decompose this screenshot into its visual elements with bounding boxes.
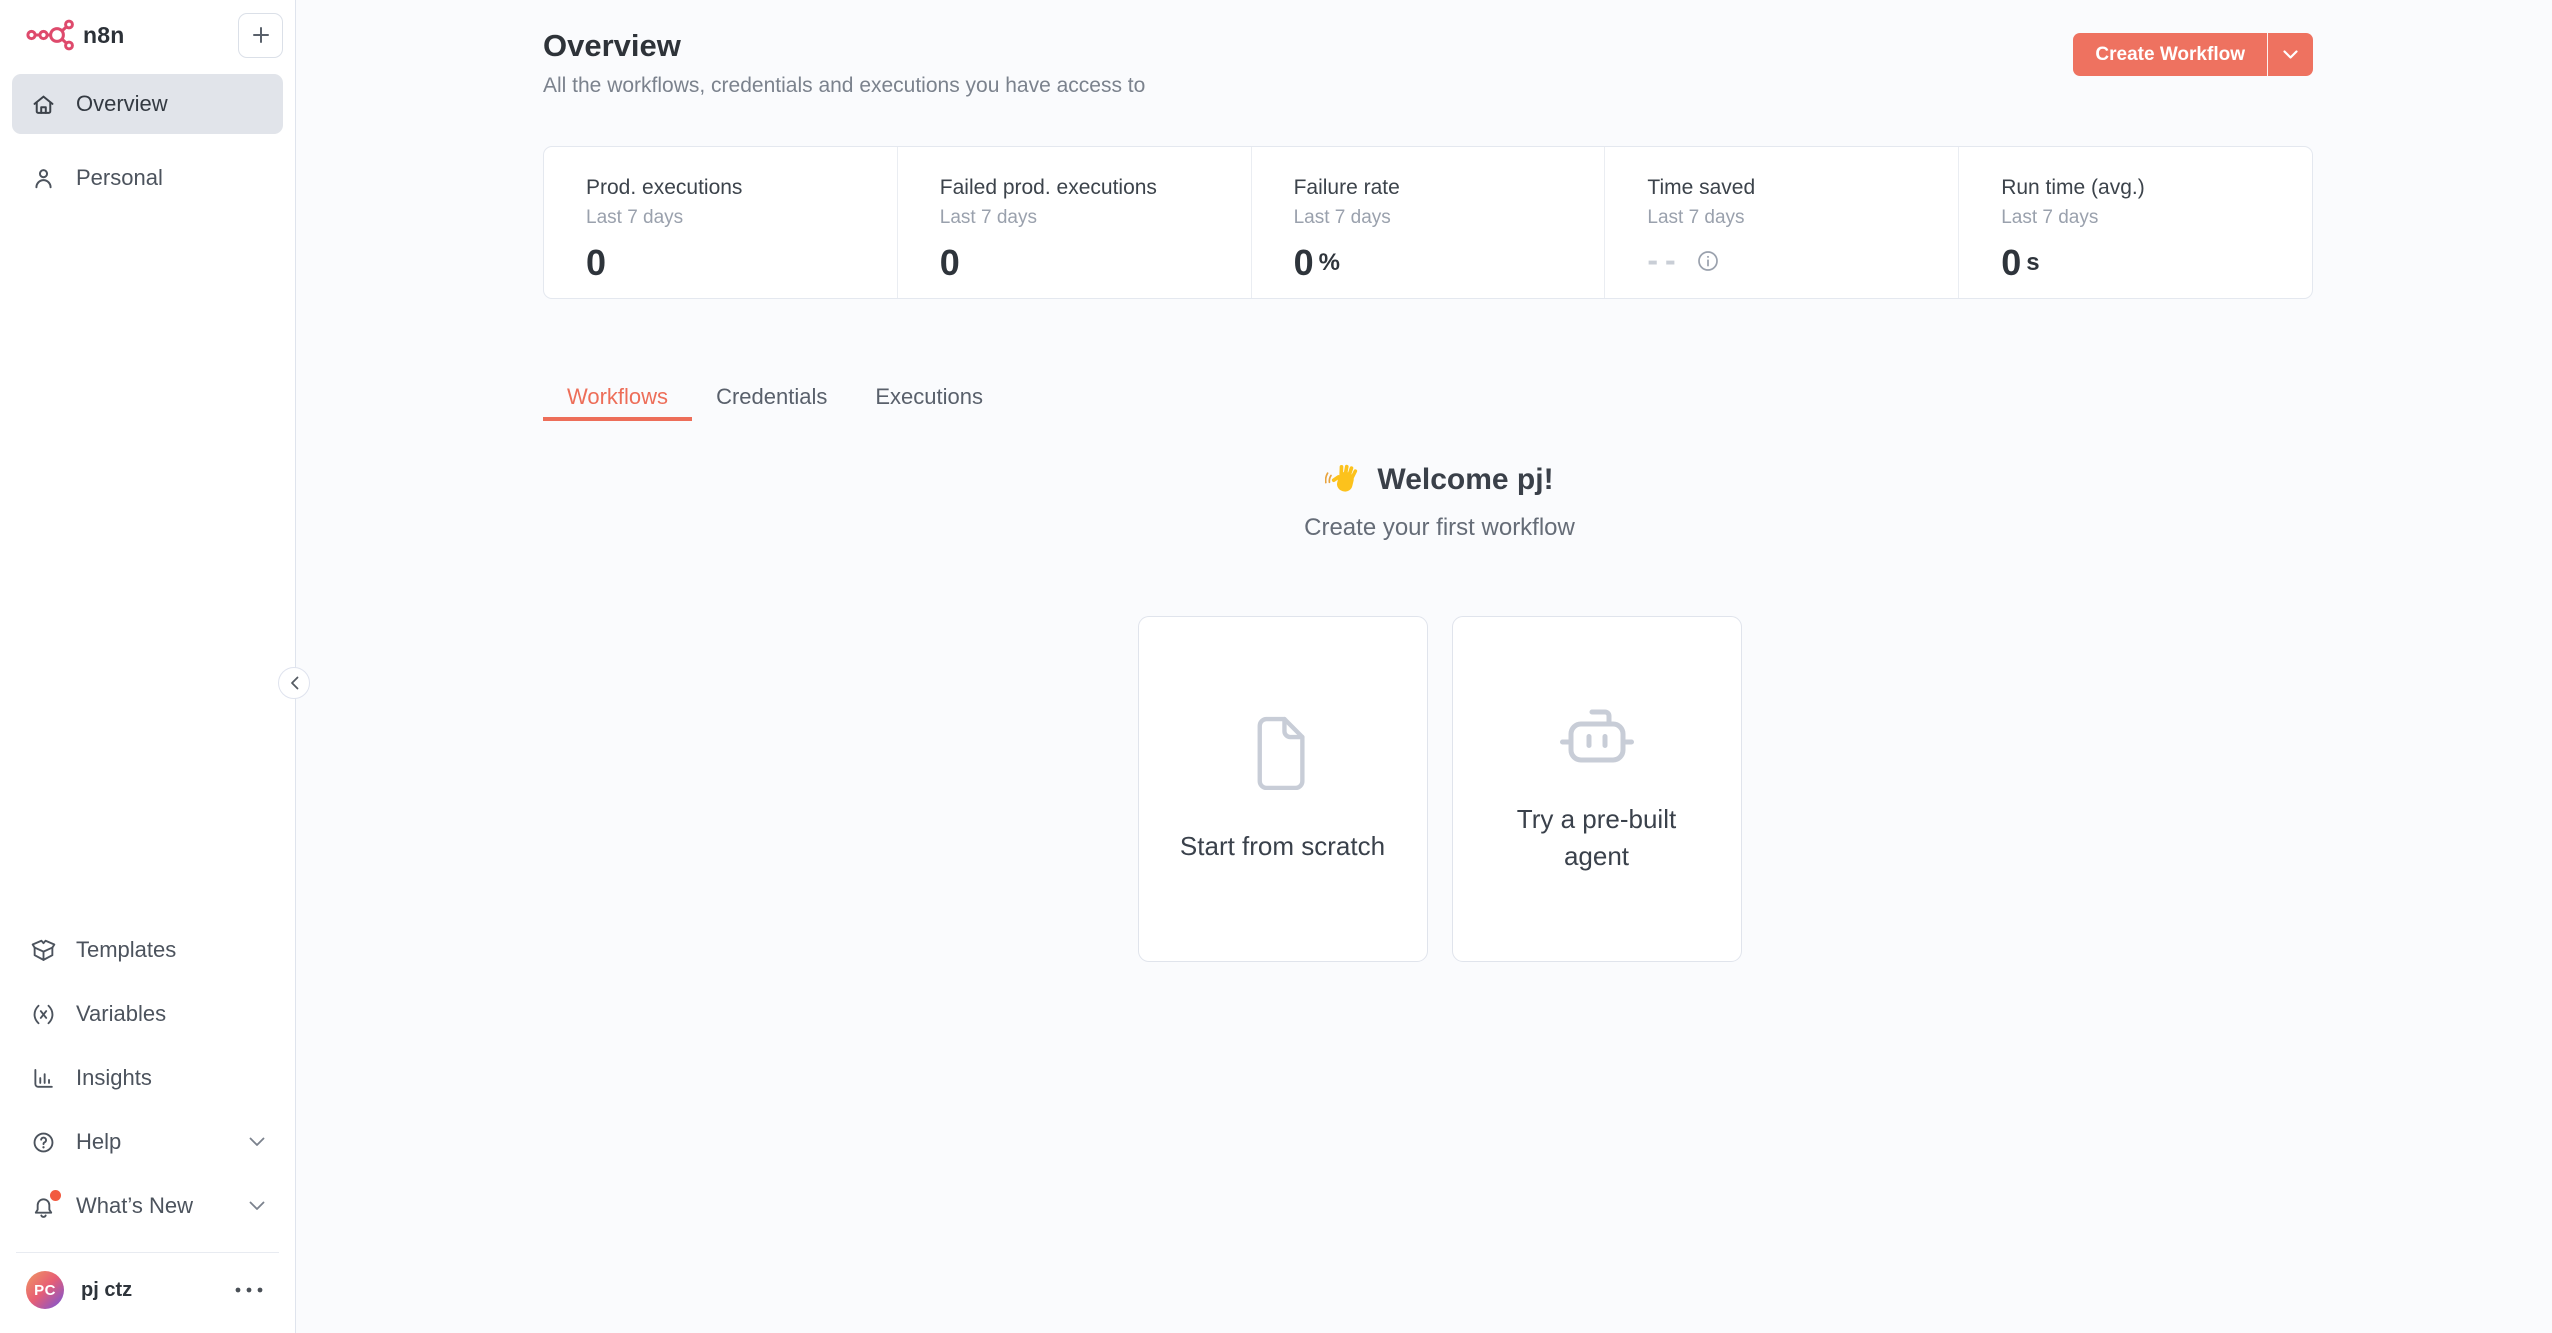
stat-card-failed-prod-executions: Failed prod. executions Last 7 days 0	[897, 147, 1251, 298]
avatar: PC	[26, 1271, 64, 1309]
bar-chart-icon	[30, 1066, 56, 1091]
sidebar-item-label: Variables	[76, 1001, 166, 1027]
sidebar-item-label: What’s New	[76, 1193, 193, 1219]
variables-icon	[30, 1002, 56, 1027]
sidebar-bottom-menu: Templates Variables Insights	[12, 918, 283, 1238]
sidebar-item-label: Templates	[76, 937, 176, 963]
welcome-text: Welcome pj!	[1377, 463, 1553, 497]
create-workflow-dropdown-button[interactable]	[2267, 33, 2313, 76]
stat-period: Last 7 days	[586, 207, 897, 229]
starter-cards: Start from scratch Try a pre-built agent	[327, 616, 2552, 962]
add-button[interactable]	[238, 13, 283, 58]
sidebar-item-label: Insights	[76, 1065, 152, 1091]
stat-value: --	[1647, 242, 1682, 279]
sidebar-collapse-button[interactable]	[278, 667, 310, 699]
card-label: Start from scratch	[1180, 828, 1385, 865]
sidebar-item-label: Overview	[76, 91, 168, 117]
sidebar-item-label: Help	[76, 1129, 121, 1155]
help-icon	[30, 1130, 56, 1155]
tab-bar: Workflows Credentials Executions	[543, 377, 1007, 421]
sidebar-spacer	[12, 208, 283, 918]
file-icon	[1252, 714, 1314, 792]
page-subtitle: All the workflows, credentials and execu…	[543, 74, 1145, 98]
stat-card-prod-executions: Prod. executions Last 7 days 0	[544, 147, 897, 298]
card-label: Try a pre-built agent	[1492, 801, 1702, 875]
stat-period: Last 7 days	[2001, 207, 2312, 229]
tab-workflows[interactable]: Workflows	[543, 377, 692, 421]
stat-card-run-time: Run time (avg.) Last 7 days 0 s	[1958, 147, 2312, 298]
sidebar-item-templates[interactable]: Templates	[12, 918, 283, 982]
stat-unit: %	[1319, 249, 1340, 277]
create-workflow-split-button: Create Workflow	[2073, 33, 2313, 76]
chevron-left-icon	[290, 676, 299, 690]
chevron-down-icon	[2283, 50, 2298, 59]
sidebar-item-personal[interactable]: Personal	[12, 148, 283, 208]
stat-value: 0	[1294, 242, 1314, 284]
sidebar-item-variables[interactable]: Variables	[12, 982, 283, 1046]
empty-state: Welcome pj! Create your first workflow S…	[297, 430, 2552, 962]
info-icon[interactable]	[1697, 250, 1719, 272]
n8n-logo-icon	[26, 18, 74, 52]
user-row[interactable]: PC pj ctz	[12, 1253, 283, 1333]
stat-card-failure-rate: Failure rate Last 7 days 0 %	[1251, 147, 1605, 298]
sidebar-item-overview[interactable]: Overview	[12, 74, 283, 134]
sidebar-item-whats-new[interactable]: What’s New	[12, 1174, 283, 1238]
stat-period: Last 7 days	[1294, 207, 1605, 229]
stat-period: Last 7 days	[1647, 207, 1958, 229]
user-icon	[30, 166, 56, 191]
stat-value: 0	[940, 242, 960, 284]
robot-icon	[1558, 703, 1636, 765]
plus-icon	[251, 25, 271, 45]
user-menu-button[interactable]	[229, 1281, 269, 1299]
welcome-heading: Welcome pj!	[327, 462, 2552, 498]
stat-value: 0	[586, 242, 606, 284]
stats-bar: Prod. executions Last 7 days 0 Failed pr…	[543, 146, 2313, 299]
tab-credentials[interactable]: Credentials	[692, 377, 851, 421]
sidebar-item-help[interactable]: Help	[12, 1110, 283, 1174]
stat-card-time-saved: Time saved Last 7 days --	[1604, 147, 1958, 298]
bell-icon	[30, 1194, 56, 1219]
user-name: pj ctz	[81, 1279, 132, 1302]
sidebar-header: n8n	[12, 12, 283, 58]
chevron-down-icon	[249, 1201, 265, 1211]
waving-hand-icon	[1325, 462, 1361, 498]
stat-title: Run time (avg.)	[2001, 176, 2312, 200]
stat-title: Failed prod. executions	[940, 176, 1251, 200]
sidebar-item-insights[interactable]: Insights	[12, 1046, 283, 1110]
package-icon	[30, 938, 56, 963]
notification-dot	[50, 1190, 61, 1201]
page-title: Overview	[543, 28, 681, 64]
stat-title: Prod. executions	[586, 176, 897, 200]
sidebar: n8n Overview P	[0, 0, 296, 1333]
stat-value: 0	[2001, 242, 2021, 284]
sidebar-item-label: Personal	[76, 165, 163, 191]
main-content: Overview All the workflows, credentials …	[297, 0, 2552, 1333]
create-workflow-button[interactable]: Create Workflow	[2073, 33, 2267, 76]
tab-executions[interactable]: Executions	[851, 377, 1007, 421]
home-icon	[30, 92, 56, 117]
stat-title: Failure rate	[1294, 176, 1605, 200]
stat-period: Last 7 days	[940, 207, 1251, 229]
chevron-down-icon	[249, 1137, 265, 1147]
stat-unit: s	[2026, 249, 2039, 277]
stat-title: Time saved	[1647, 176, 1958, 200]
sidebar-main-menu: Overview Personal	[12, 74, 283, 208]
start-from-scratch-card[interactable]: Start from scratch	[1138, 616, 1428, 962]
app-name: n8n	[83, 22, 125, 49]
ellipsis-icon	[235, 1287, 263, 1293]
welcome-subtitle: Create your first workflow	[327, 514, 2552, 542]
pre-built-agent-card[interactable]: Try a pre-built agent	[1452, 616, 1742, 962]
